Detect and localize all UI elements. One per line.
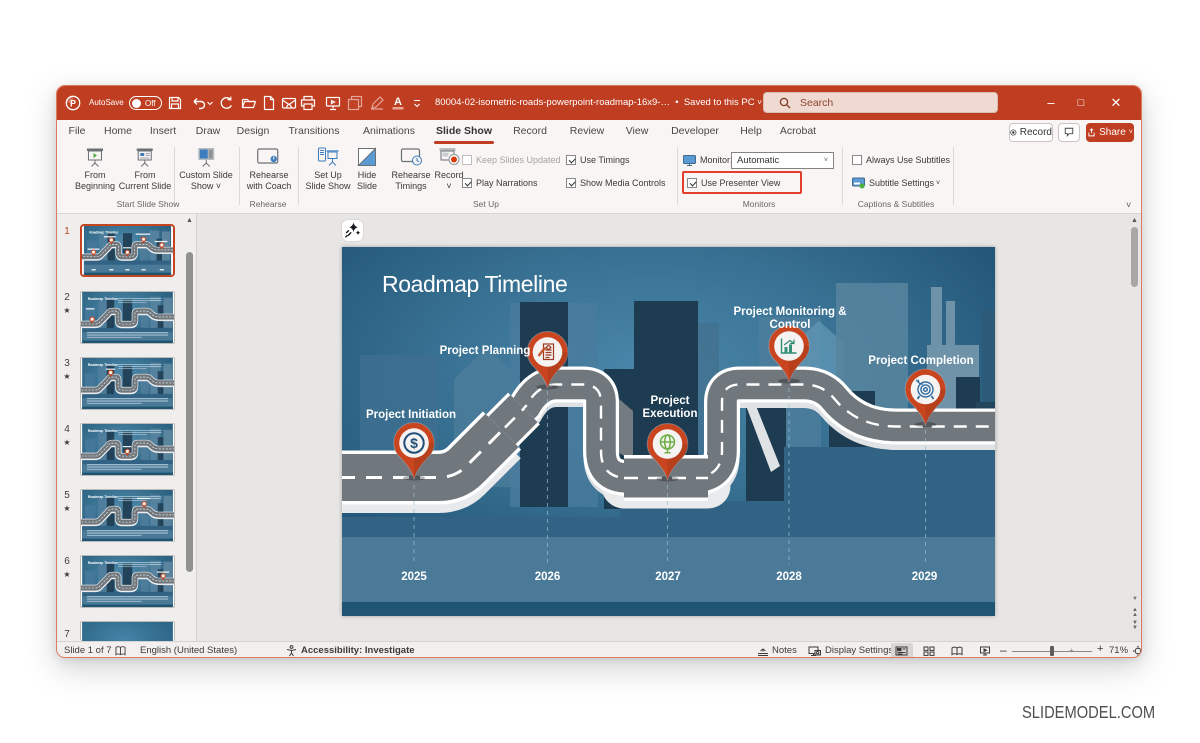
svg-text:Project: Project: [651, 395, 690, 407]
svg-text:Roadmap Timeline: Roadmap Timeline: [382, 271, 567, 297]
svg-text:A: A: [394, 96, 402, 108]
svg-text:Execution: Execution: [643, 408, 698, 420]
svg-text:$: $: [410, 435, 418, 451]
svg-text:P: P: [70, 98, 76, 108]
svg-text:2026: 2026: [535, 571, 561, 583]
svg-text:Project Completion: Project Completion: [868, 355, 973, 367]
svg-text:Project Monitoring &: Project Monitoring &: [733, 306, 846, 318]
svg-text:2025: 2025: [401, 571, 427, 583]
svg-text:Project Initiation: Project Initiation: [366, 409, 456, 421]
svg-text:2029: 2029: [912, 571, 938, 583]
svg-text:Control: Control: [770, 319, 811, 331]
svg-text:2027: 2027: [655, 571, 681, 583]
svg-text:2028: 2028: [776, 571, 802, 583]
svg-text:Project Planning: Project Planning: [440, 345, 531, 357]
